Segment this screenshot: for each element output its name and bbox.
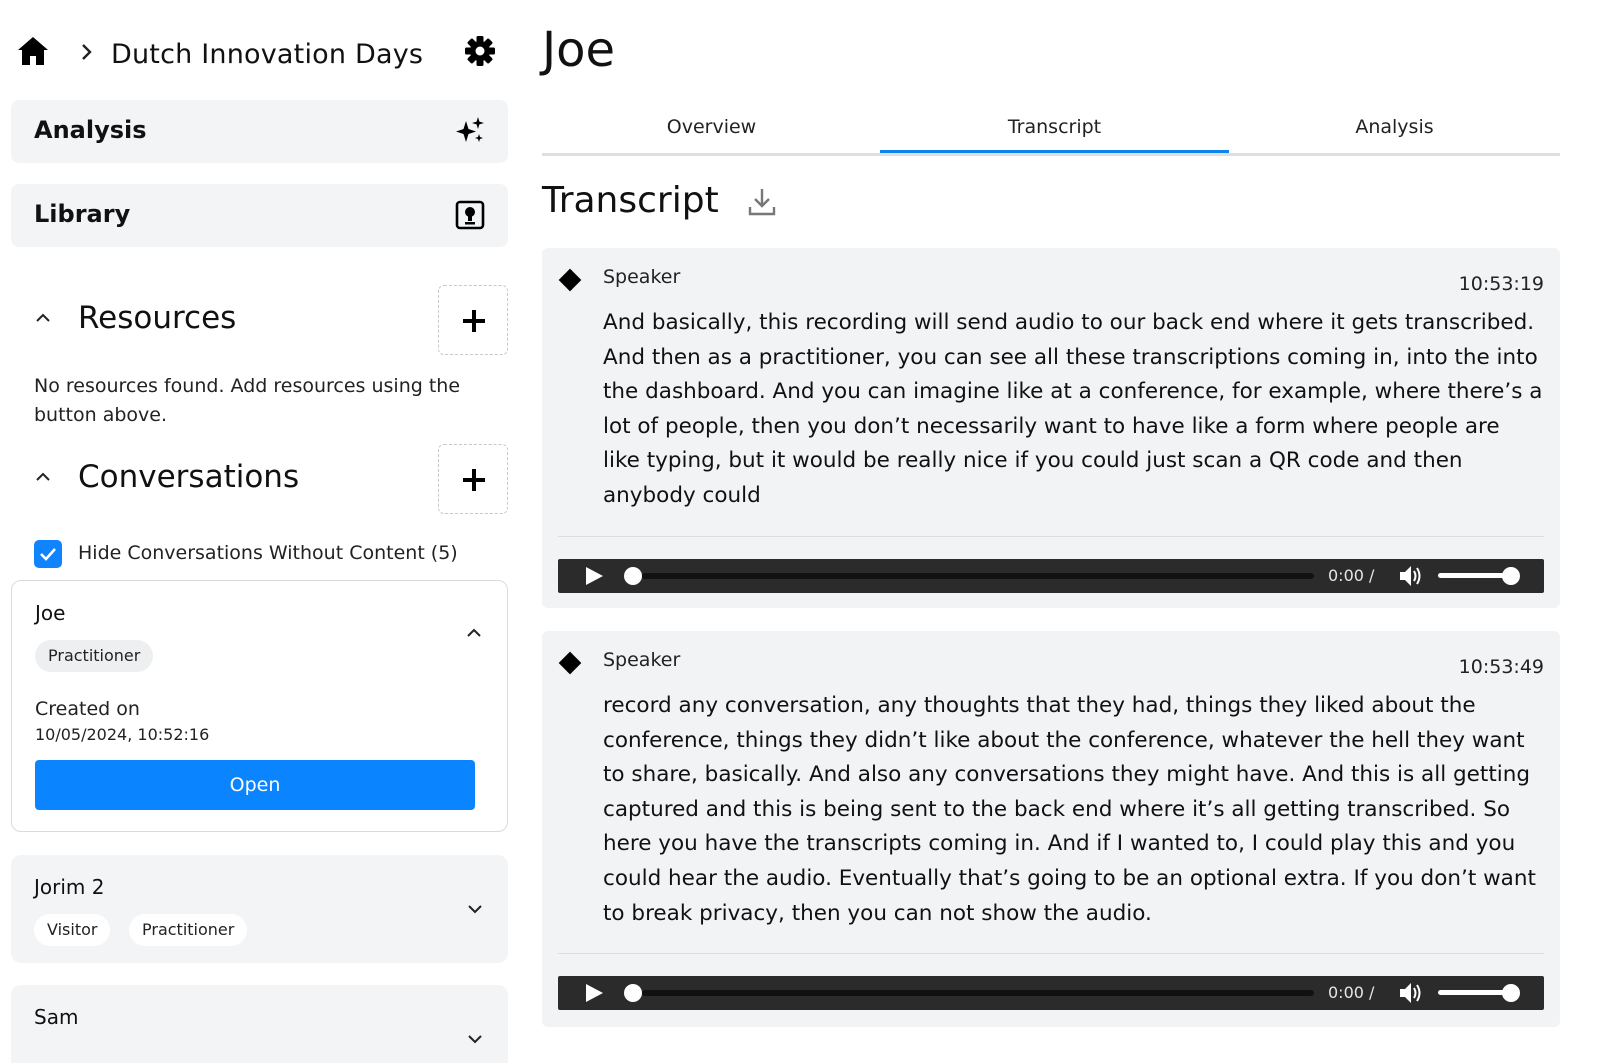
tab-bar: Overview Transcript Analysis — [542, 108, 1560, 156]
tab-analysis[interactable]: Analysis — [1225, 116, 1564, 138]
seek-handle[interactable] — [624, 567, 642, 585]
chunk-timestamp: 10:53:49 — [1458, 656, 1544, 678]
breadcrumb: Dutch Innovation Days — [16, 30, 506, 80]
tag-practitioner: Practitioner — [129, 914, 248, 946]
speaker-label: Speaker — [603, 649, 681, 671]
sparkles-icon — [456, 117, 484, 142]
chevron-down-icon[interactable] — [467, 1033, 483, 1045]
resources-empty-message: No resources found. Add resources using … — [34, 375, 461, 426]
chunk-timestamp: 10:53:19 — [1458, 273, 1544, 295]
chevron-up-icon[interactable] — [35, 312, 51, 324]
main-content: Joe Overview Transcript Analysis Transcr… — [542, 0, 1600, 1063]
play-icon[interactable] — [584, 566, 604, 586]
open-conversation-button[interactable]: Open — [35, 760, 475, 810]
volume-icon[interactable] — [1398, 981, 1424, 1005]
divider — [558, 536, 1544, 537]
conversations-title: Conversations — [78, 459, 300, 495]
add-resource-button[interactable] — [438, 285, 508, 355]
volume-track[interactable] — [1438, 990, 1508, 995]
gear-icon[interactable] — [463, 34, 497, 68]
play-icon[interactable] — [584, 983, 604, 1003]
speaker-diamond-icon — [558, 651, 582, 675]
nav-analysis-label: Analysis — [34, 116, 147, 144]
nav-library[interactable]: Library — [11, 184, 508, 247]
hide-empty-checkbox[interactable] — [34, 540, 62, 568]
player-time: 0:00 / — [1328, 983, 1375, 1002]
home-icon[interactable] — [16, 34, 50, 68]
conversations-section: Conversations — [11, 444, 508, 514]
chunk-text: record any conversation, any thoughts th… — [603, 693, 1536, 926]
volume-handle[interactable] — [1502, 567, 1520, 585]
chevron-up-icon[interactable] — [466, 627, 482, 639]
created-label: Created on — [35, 698, 140, 720]
tab-overview[interactable]: Overview — [542, 116, 881, 138]
transcript-chunk: Speaker 10:53:19 And basically, this rec… — [542, 248, 1560, 608]
created-value: 10/05/2024, 10:52:16 — [35, 725, 210, 744]
chevron-down-icon[interactable] — [467, 903, 483, 915]
volume-icon[interactable] — [1398, 564, 1424, 588]
conversation-card-joe[interactable]: Joe Practitioner Created on 10/05/2024, … — [11, 580, 508, 832]
tag-visitor: Visitor — [34, 914, 111, 946]
download-icon[interactable] — [746, 186, 778, 218]
plus-icon — [463, 469, 485, 491]
resources-title: Resources — [78, 300, 237, 336]
chevron-right-icon — [82, 44, 92, 60]
conversation-name: Joe — [35, 601, 66, 625]
nav-analysis[interactable]: Analysis — [11, 100, 508, 163]
add-conversation-button[interactable] — [438, 444, 508, 514]
conversation-card-sam[interactable]: Sam — [11, 985, 508, 1063]
divider — [558, 953, 1544, 954]
chevron-up-icon[interactable] — [35, 471, 51, 483]
active-tab-indicator — [880, 150, 1229, 153]
plus-icon — [463, 310, 485, 332]
audio-player: 0:00 / — [558, 976, 1544, 1010]
hide-empty-label[interactable]: Hide Conversations Without Content (5) — [78, 542, 458, 564]
nav-library-label: Library — [34, 200, 131, 228]
volume-track[interactable] — [1438, 573, 1508, 578]
speaker-diamond-icon — [558, 268, 582, 292]
tab-transcript[interactable]: Transcript — [885, 116, 1224, 138]
seek-handle[interactable] — [624, 984, 642, 1002]
page-title: Joe — [542, 22, 616, 78]
checkmark-icon — [40, 548, 56, 561]
seek-track[interactable] — [642, 573, 1314, 579]
library-icon — [455, 200, 485, 230]
audio-player: 0:00 / — [558, 559, 1544, 593]
resources-section: Resources — [11, 285, 508, 355]
conversation-name: Sam — [34, 1005, 79, 1029]
conversation-card-jorim-2[interactable]: Jorim 2 Visitor Practitioner — [11, 855, 508, 963]
section-title: Transcript — [542, 180, 719, 221]
seek-track[interactable] — [642, 990, 1314, 996]
sidebar: Dutch Innovation Days Analysis Library R… — [11, 0, 508, 1063]
volume-handle[interactable] — [1502, 984, 1520, 1002]
transcript-chunk: Speaker 10:53:49 record any conversation… — [542, 631, 1560, 1027]
tag-practitioner: Practitioner — [35, 640, 154, 672]
speaker-label: Speaker — [603, 266, 681, 288]
player-time: 0:00 / — [1328, 566, 1375, 585]
project-title[interactable]: Dutch Innovation Days — [111, 39, 423, 70]
conversation-name: Jorim 2 — [34, 875, 105, 899]
chunk-text: And basically, this recording will send … — [603, 310, 1543, 508]
